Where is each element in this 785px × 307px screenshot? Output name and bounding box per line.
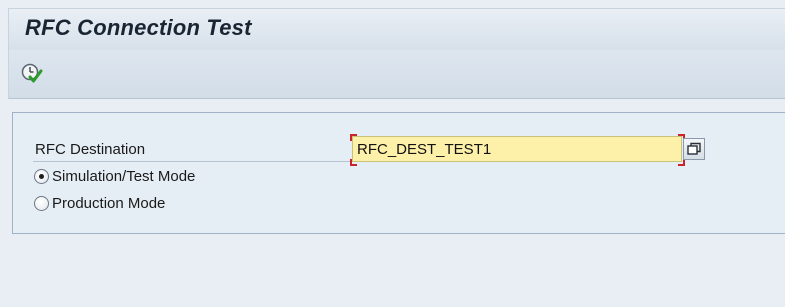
radio-button-selected[interactable] [34,169,49,184]
application-toolbar [8,50,785,99]
radio-selected-dot [39,174,44,179]
value-help-icon [687,142,701,155]
execute-button[interactable] [21,62,43,84]
required-marker [350,134,357,141]
required-marker [350,159,357,166]
empty-content-area [8,234,785,307]
selection-panel: RFC Destination Simulation/Test Mode Pro… [12,112,785,234]
value-help-button[interactable] [683,138,705,160]
rfc-destination-input[interactable] [352,136,682,162]
execute-clock-check-icon [21,63,43,83]
rfc-destination-label: RFC Destination [35,141,146,158]
radio-button[interactable] [34,196,49,211]
radio-label: Simulation/Test Mode [52,168,196,185]
screen-title-bar: RFC Connection Test [8,8,785,50]
page-title: RFC Connection Test [25,15,252,40]
radio-production-mode[interactable]: Production Mode [34,195,165,212]
radio-label: Production Mode [52,195,166,212]
radio-simulation-test-mode[interactable]: Simulation/Test Mode [34,168,195,185]
label-underline [33,161,361,162]
